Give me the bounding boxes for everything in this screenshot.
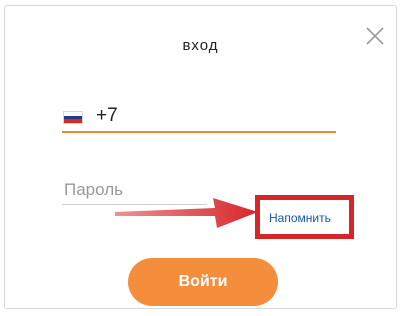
phone-prefix: +7	[96, 105, 118, 126]
phone-input[interactable]: +7	[62, 102, 336, 133]
login-button[interactable]: Войти	[128, 258, 278, 306]
dialog-title: вход	[182, 37, 219, 54]
remind-link[interactable]: Напомнить	[269, 211, 331, 225]
annotation-arrow	[115, 198, 258, 228]
close-icon[interactable]	[362, 23, 388, 49]
remind-highlight: Напомнить	[255, 195, 354, 239]
login-dialog: вход +7 Пароль Напомнить Войти	[4, 5, 397, 309]
russia-flag-icon[interactable]	[63, 111, 83, 124]
